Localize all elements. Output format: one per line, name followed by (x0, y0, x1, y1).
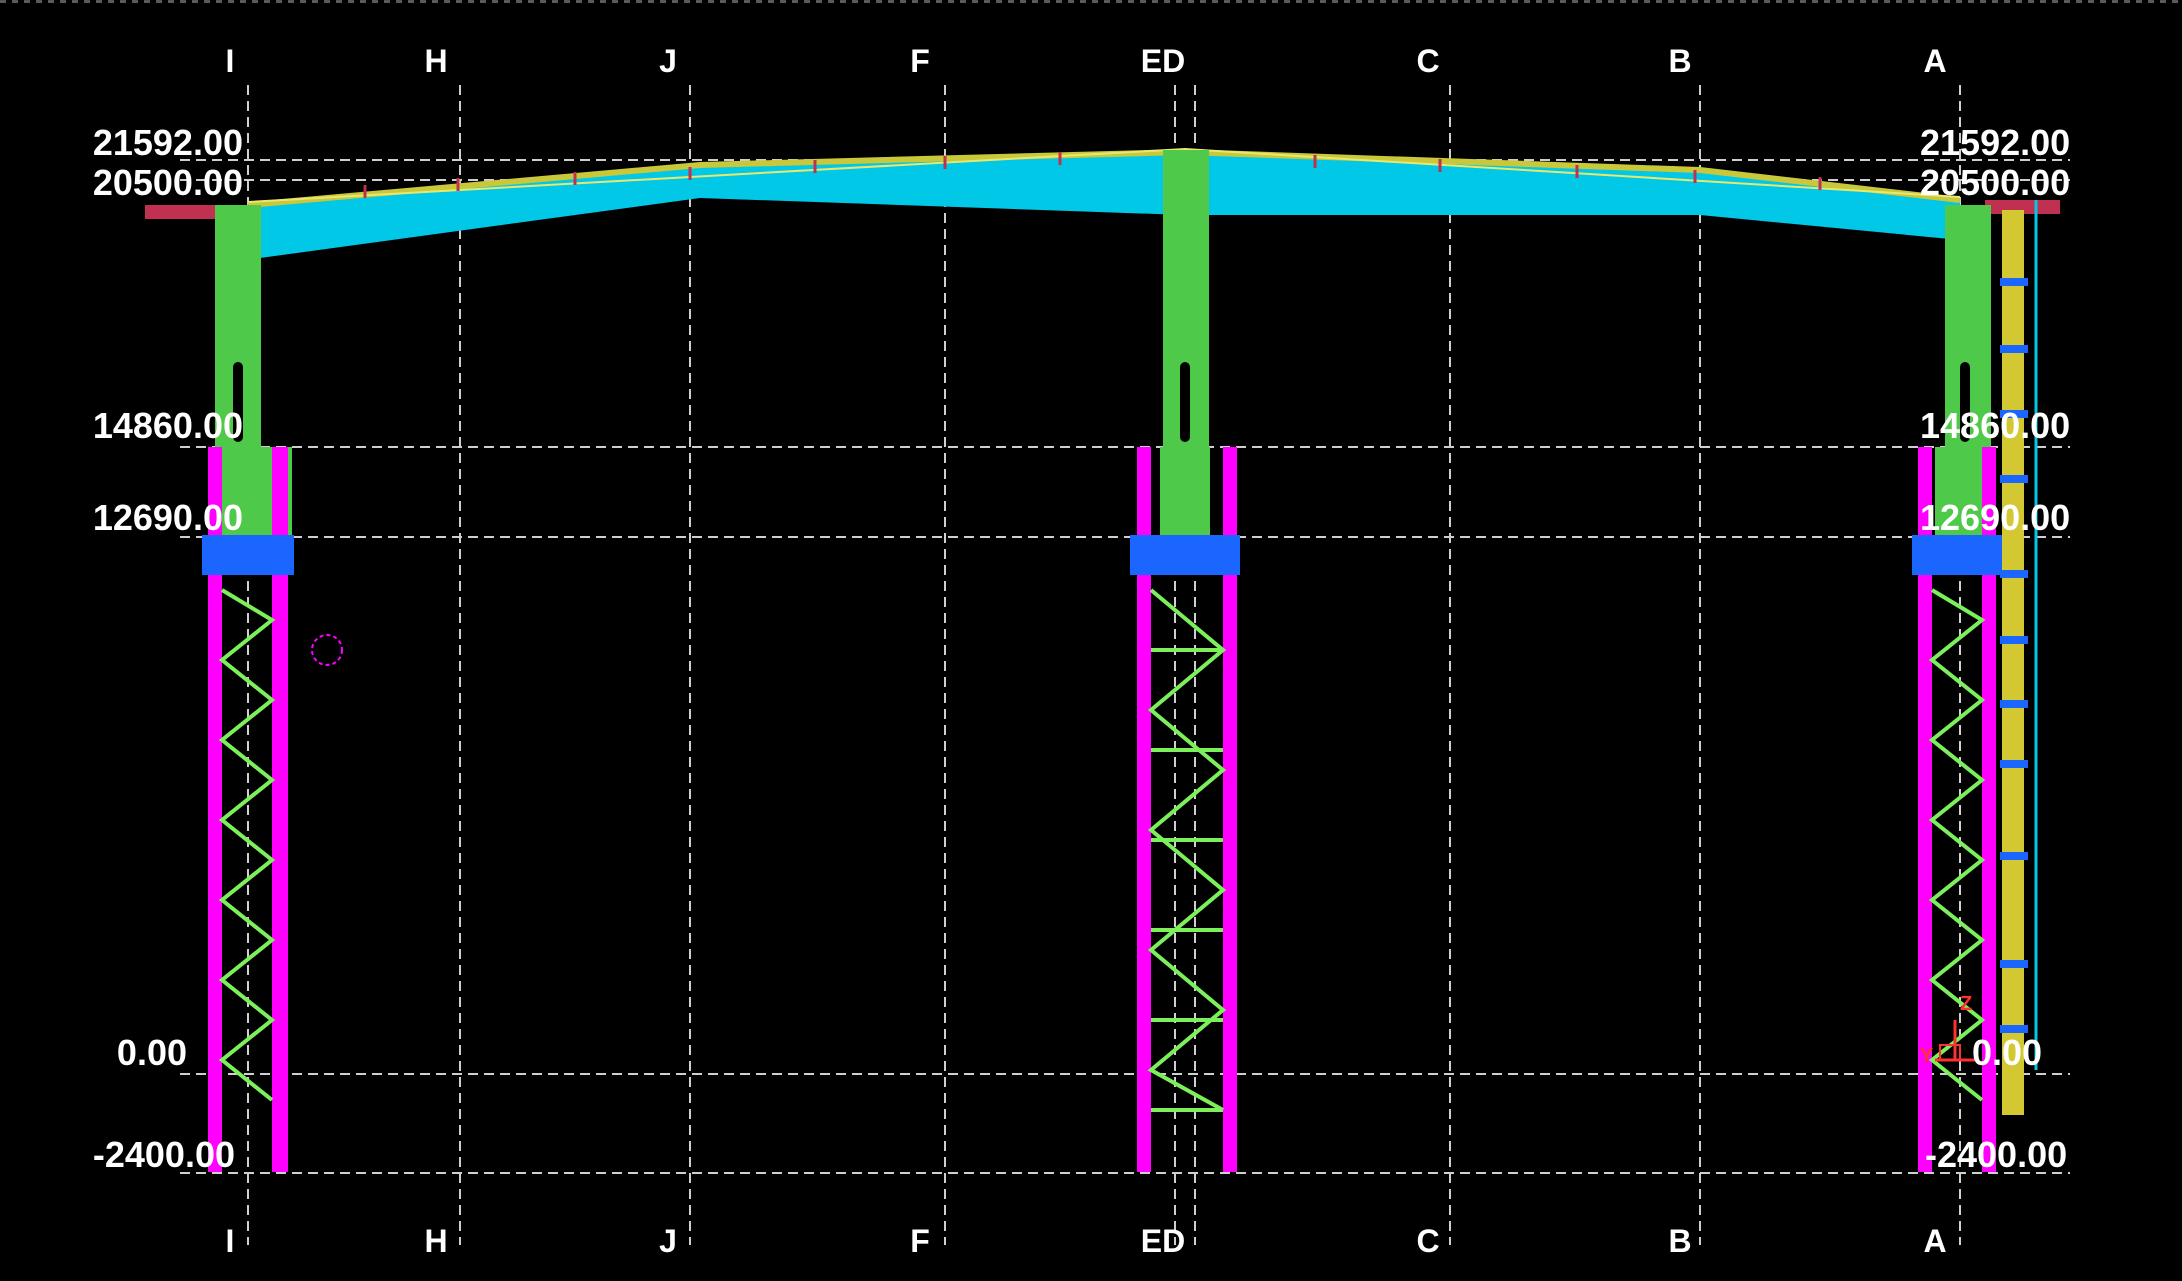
level-right-0: 0.00 (1972, 1032, 2042, 1073)
level-left-20500: 20500.00 (93, 162, 243, 203)
axis-z-label: Z (1960, 993, 1972, 1015)
level-left-14860: 14860.00 (93, 405, 243, 446)
column-right (1912, 200, 2038, 1172)
grid-label-i-bottom: I (226, 1223, 235, 1259)
axis-y-label: Y (1920, 1045, 1934, 1067)
grid-label-h-bottom: H (424, 1223, 447, 1259)
level-right-12690: 12690.00 (1920, 497, 2070, 538)
level-right-minus2400: -2400.00 (1925, 1134, 2067, 1175)
elevation-drawing: Y Z I H J F ED C B A I H J F ED C B A 21… (93, 43, 2070, 1259)
viewport-top-border (0, 0, 2182, 3)
vertical-gridlines (247, 85, 1961, 1245)
roof-rafter (145, 147, 2060, 258)
grid-labels-bottom: I H J F ED C B A (226, 1223, 1947, 1259)
level-left-12690: 12690.00 (93, 497, 243, 538)
grid-label-j-top: J (659, 43, 677, 79)
elevation-viewport[interactable]: Y Z I H J F ED C B A I H J F ED C B A 21… (0, 0, 2182, 1276)
column-left (202, 205, 343, 1172)
column-middle (1130, 150, 1240, 1172)
grid-label-ed-top: ED (1141, 43, 1185, 79)
grid-label-a-bottom: A (1923, 1223, 1946, 1259)
level-right-20500: 20500.00 (1920, 162, 2070, 203)
grid-label-c-top: C (1416, 43, 1439, 79)
grid-label-c-bottom: C (1416, 1223, 1439, 1259)
grid-label-b-bottom: B (1668, 1223, 1691, 1259)
grid-label-b-top: B (1668, 43, 1691, 79)
grid-label-h-top: H (424, 43, 447, 79)
level-gridlines (180, 159, 2070, 1174)
grid-label-j-bottom: J (659, 1223, 677, 1259)
grid-label-a-top: A (1923, 43, 1946, 79)
grid-labels-top: I H J F ED C B A (226, 43, 1947, 79)
level-right-14860: 14860.00 (1920, 405, 2070, 446)
level-right-21592: 21592.00 (1920, 122, 2070, 163)
grid-label-f-top: F (910, 43, 930, 79)
grid-label-i-top: I (226, 43, 235, 79)
level-left-minus2400: -2400.00 (93, 1134, 235, 1175)
grid-label-ed-bottom: ED (1141, 1223, 1185, 1259)
grid-label-f-bottom: F (910, 1223, 930, 1259)
level-left-0: 0.00 (117, 1032, 187, 1073)
level-left-21592: 21592.00 (93, 122, 243, 163)
